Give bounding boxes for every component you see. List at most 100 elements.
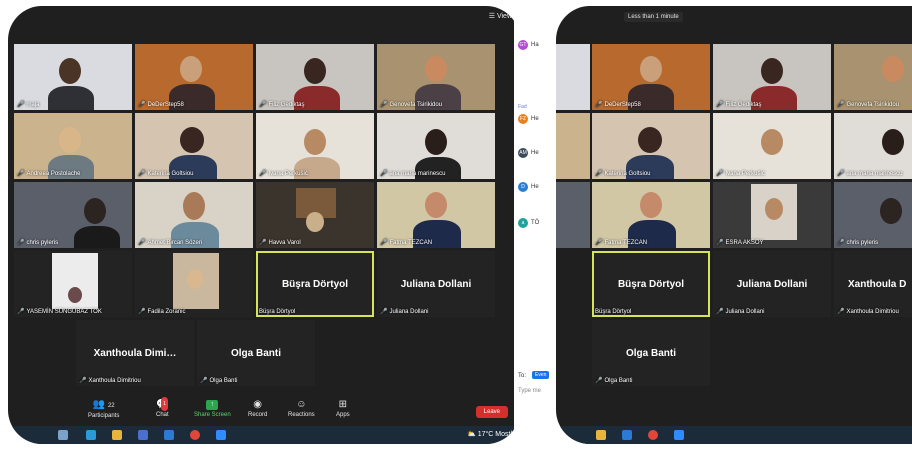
widgets-icon[interactable]: [58, 430, 68, 440]
video-tile[interactable]: 🎤 Havva Varol: [256, 182, 374, 248]
muted-mic-icon: 🎤: [138, 309, 146, 315]
video-tile[interactable]: [556, 182, 590, 248]
name-tile[interactable]: Olga Banti 🎤 Olga Banti: [592, 320, 710, 386]
avatar: FZ: [518, 114, 528, 124]
name-tile[interactable]: Olga Banti 🎤 Olga Banti: [197, 320, 315, 386]
participant-name: 🎤 Ivana Perkušić: [716, 170, 765, 178]
leave-button[interactable]: Leave: [475, 406, 508, 418]
weather-widget[interactable]: ⛅ 17°C Mostl: [467, 430, 512, 438]
participant-head: [68, 287, 82, 303]
participant-head: [187, 269, 203, 289]
reactions-label: Reactions: [288, 412, 315, 418]
participant-name: 🎤 Katerina Goltsiou: [138, 170, 194, 178]
participant-head: [180, 127, 204, 153]
edge-browser-icon[interactable]: [86, 430, 96, 440]
video-tile[interactable]: 🎤 Genovefa Tsirikidou: [834, 44, 912, 110]
video-tile[interactable]: 🎤 ESRA AKSOY: [713, 182, 831, 248]
name-tile[interactable]: Juliana Dollani 🎤 Juliana Dollani: [713, 251, 831, 317]
zoom-app-icon[interactable]: [216, 430, 226, 440]
file-explorer-icon[interactable]: [112, 430, 122, 440]
participants-label: Participants: [88, 413, 120, 419]
chrome-icon[interactable]: [648, 430, 658, 440]
video-tile[interactable]: 🎤 DeDerStep58: [135, 44, 253, 110]
mail-icon[interactable]: [622, 430, 632, 440]
chat-message: a TÖ: [518, 218, 539, 228]
video-tile[interactable]: 🎤 maja: [14, 44, 132, 110]
video-tile[interactable]: 🎤 YASEMİN SÜNGÜBAZ TOK: [14, 251, 132, 317]
chrome-icon[interactable]: [190, 430, 200, 440]
participant-name: 🎤 DeDerStep58: [595, 101, 641, 109]
participant-head: [640, 192, 662, 218]
video-tile[interactable]: 🎤 Fatma TEZCAN: [592, 182, 710, 248]
chat-recipient-select[interactable]: Even: [532, 371, 550, 379]
screenshot-stage: ☰ View 🎤 maja 🎤 DeDerStep58 🎤 Filiz Gedikta…: [0, 0, 912, 450]
name-tile-active-speaker[interactable]: Büşra Dörtyol Büşra Dörtyol: [592, 251, 710, 317]
view-button[interactable]: ☰ View: [489, 12, 512, 20]
video-tile[interactable]: 🎤 chris pyleris: [14, 182, 132, 248]
participant-head: [882, 56, 904, 82]
muted-mic-icon: 🎤: [595, 378, 603, 384]
muted-mic-icon: 🎤: [17, 240, 25, 246]
zoom-meeting-window-right: Less than 1 minute 🎤 DeDerStep58 🎤 Filiz G…: [556, 6, 912, 444]
chat-message-text: Ha: [531, 42, 539, 48]
participants-button[interactable]: 👥 22 Participants: [88, 398, 119, 419]
video-tile[interactable]: 🎤 Fatma TEZCAN: [377, 182, 495, 248]
video-tile[interactable]: 🎤 Filiz Gediktaş: [713, 44, 831, 110]
video-tile[interactable]: [556, 44, 590, 110]
record-icon: ◉: [253, 399, 263, 410]
chat-message-text: He: [531, 116, 539, 122]
muted-mic-icon: 🎤: [837, 240, 845, 246]
zoom-app-icon[interactable]: [674, 430, 684, 440]
participant-name: 🎤 Filiz Gediktaş: [259, 101, 305, 109]
share-screen-button[interactable]: ↑ Share Screen: [194, 398, 231, 418]
chat-message-input[interactable]: Type me: [518, 388, 541, 394]
participant-name: 🎤 Juliana Dollani: [380, 308, 429, 316]
apps-button[interactable]: ⊞ Apps: [336, 398, 350, 418]
video-tile[interactable]: 🎤 Ivana Perkušić: [256, 113, 374, 179]
chat-sender: Fad: [518, 104, 527, 110]
participant-name: 🎤 DeDerStep58: [138, 101, 184, 109]
name-tile[interactable]: Xanthoula D 🎤 Xanthoula Dimitriou: [834, 251, 912, 317]
video-tile[interactable]: 🎤 Filiz Gediktaş: [256, 44, 374, 110]
muted-mic-icon: 🎤: [595, 171, 603, 177]
reactions-button[interactable]: ☺ Reactions: [288, 398, 315, 418]
mail-icon[interactable]: [164, 430, 174, 440]
muted-mic-icon: 🎤: [200, 378, 208, 384]
participant-name: Büşra Dörtyol: [595, 309, 632, 315]
chat-panel: GT Ha Fad FZ He AM He D He a TÖ To: Even…: [514, 0, 560, 450]
record-button[interactable]: ◉ Record: [248, 398, 267, 418]
video-tile[interactable]: 🎤 Andreea Postolache: [14, 113, 132, 179]
participant-name: 🎤 Ivana Perkušić: [259, 170, 308, 178]
video-tile[interactable]: 🎤 Fadila Zoranic: [135, 251, 253, 317]
participant-name: Büşra Dörtyol: [259, 309, 296, 315]
name-tile-active-speaker[interactable]: Büşra Dörtyol Büşra Dörtyol: [256, 251, 374, 317]
chat-message: FZ He: [518, 114, 539, 124]
participant-name: 🎤 Xanthoula Dimitriou: [837, 308, 899, 316]
video-tile[interactable]: 🎤 Katerina Goltsiou: [592, 113, 710, 179]
video-tile[interactable]: 🎤 Genovefa Tsirikidou: [377, 44, 495, 110]
participant-name: 🎤 chris pyleris: [837, 239, 879, 247]
video-tile[interactable]: 🎤 Ahmet Bircan Sözeri: [135, 182, 253, 248]
participant-name: 🎤 Filiz Gediktaş: [716, 101, 762, 109]
video-tile[interactable]: 🎤 Katerina Goltsiou: [135, 113, 253, 179]
chat-button[interactable]: 💬1 Chat: [156, 397, 169, 418]
store-icon[interactable]: [596, 430, 606, 440]
chat-unread-badge: 1: [161, 397, 168, 411]
muted-mic-icon: 🎤: [79, 378, 87, 384]
video-tile[interactable]: 🎤 chris pyleris: [834, 182, 912, 248]
display-name-large: Juliana Dollani: [736, 278, 808, 290]
muted-mic-icon: 🎤: [17, 102, 25, 108]
video-tile[interactable]: 🎤 Ivana Perkušić: [713, 113, 831, 179]
name-tile[interactable]: Juliana Dollani 🎤 Juliana Dollani: [377, 251, 495, 317]
participant-head: [761, 58, 783, 84]
video-tile[interactable]: 🎤 ana maria marinescu: [834, 113, 912, 179]
video-tile[interactable]: [556, 113, 590, 179]
participant-name: 🎤 ana maria marinescu: [837, 170, 903, 178]
muted-mic-icon: 🎤: [380, 309, 388, 315]
video-tile[interactable]: 🎤 DeDerStep58: [592, 44, 710, 110]
avatar: AM: [518, 148, 528, 158]
video-tile[interactable]: 🎤 ana maria marinescu: [377, 113, 495, 179]
participant-name: 🎤 ana maria marinescu: [380, 170, 446, 178]
store-icon[interactable]: [138, 430, 148, 440]
name-tile[interactable]: Xanthoula Dimi… 🎤 Xanthoula Dimitriou: [76, 320, 194, 386]
